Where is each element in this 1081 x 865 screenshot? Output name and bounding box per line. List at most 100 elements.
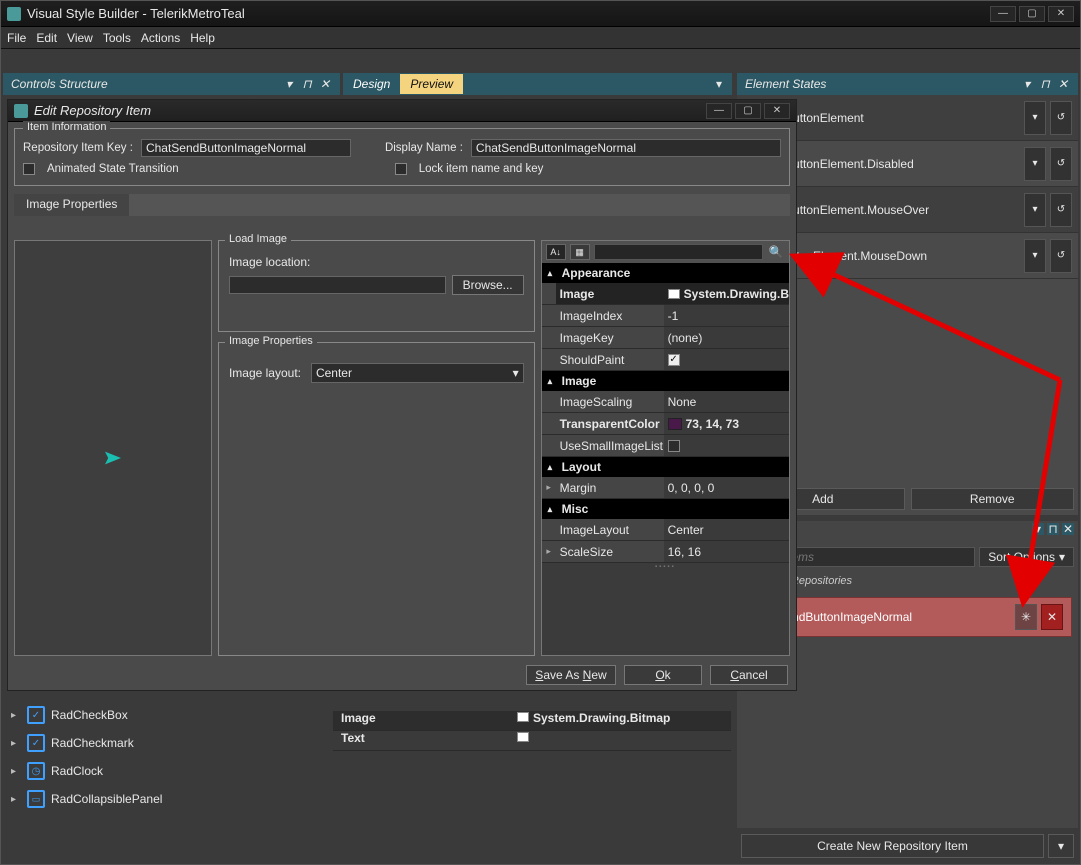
dialog-titlebar[interactable]: Edit Repository Item — ▢ ✕ — [8, 100, 796, 122]
bottom-property-grid[interactable]: ImageSystem.Drawing.Bitmap Text — [333, 711, 731, 751]
prop-shouldpaint[interactable]: ShouldPaint✓ — [542, 349, 789, 371]
expander-icon[interactable]: ▸ — [11, 766, 21, 777]
lock-checkbox[interactable] — [395, 163, 407, 175]
sort-options-button[interactable]: Sort Options▾ — [979, 547, 1074, 567]
prop-imagekey[interactable]: ImageKey(none) — [542, 327, 789, 349]
chevron-down-icon: ▾ — [513, 366, 519, 380]
prop-margin[interactable]: ▸Margin0, 0, 0, 0 — [542, 477, 789, 499]
close-icon[interactable]: ✕ — [318, 77, 332, 91]
design-preview-tabs[interactable]: Design Preview ▾ — [343, 73, 732, 95]
chevron-down-icon: ▾ — [1059, 550, 1065, 564]
chevron-down-icon[interactable]: ▾ — [1020, 77, 1034, 91]
prop-transparentcolor[interactable]: TransparentColor73, 14, 73 — [542, 413, 789, 435]
prop-imageindex[interactable]: ImageIndex-1 — [542, 305, 789, 327]
menu-edit[interactable]: Edit — [36, 31, 57, 45]
element-states-header[interactable]: Element States ▾⊓✕ — [737, 73, 1078, 95]
prop-scalesize[interactable]: ▸ScaleSize16, 16 — [542, 541, 789, 563]
dropdown-button[interactable]: ▾ — [1024, 101, 1046, 135]
minimize-button[interactable]: — — [990, 6, 1016, 22]
grip-icon[interactable]: ▪▪▪▪▪ — [542, 563, 789, 571]
remove-icon[interactable]: ✕ — [1041, 604, 1063, 630]
display-name-input[interactable] — [471, 139, 781, 157]
menu-view[interactable]: View — [67, 31, 93, 45]
prop-usesmallimagelist[interactable]: UseSmallImageList — [542, 435, 789, 457]
image-preview — [14, 240, 212, 656]
minimize-button[interactable]: — — [706, 103, 732, 119]
close-icon[interactable]: ✕ — [1062, 523, 1074, 535]
prop-image[interactable]: ImageSystem.Drawing.B — [542, 283, 789, 305]
create-repository-dropdown[interactable]: ▾ — [1048, 834, 1074, 858]
tree-item[interactable]: ▸✓RadCheckBox — [11, 701, 321, 729]
close-button[interactable]: ✕ — [764, 103, 790, 119]
animated-checkbox[interactable] — [23, 163, 35, 175]
save-as-new-button[interactable]: Save As New — [526, 665, 616, 685]
menu-tools[interactable]: Tools — [103, 31, 131, 45]
dialog-tabstrip[interactable]: Image Properties — [14, 194, 790, 216]
chevron-down-icon[interactable]: ▾ — [282, 77, 296, 91]
tab-design[interactable]: Design — [343, 74, 400, 94]
sort-category-button[interactable]: ▦ — [570, 244, 590, 260]
property-search-input[interactable] — [594, 244, 763, 260]
cancel-button[interactable]: Cancel — [710, 665, 788, 685]
browse-button[interactable]: Browse... — [452, 275, 524, 295]
controls-tree[interactable]: ▸✓RadCheckBox ▸✓RadCheckmark ▸RadClock ▸… — [11, 701, 321, 813]
dropdown-button[interactable]: ▾ — [1024, 239, 1046, 273]
tab-image-properties[interactable]: Image Properties — [14, 194, 129, 216]
checkbox-icon[interactable]: ✓ — [668, 354, 680, 366]
controls-structure-header[interactable]: Controls Structure ▾⊓✕ — [3, 73, 340, 95]
category-layout[interactable]: ▴Layout — [542, 457, 789, 477]
prop-imagelayout[interactable]: ImageLayoutCenter — [542, 519, 789, 541]
image-location-input[interactable] — [229, 276, 446, 294]
expander-icon[interactable]: ▸ — [11, 794, 21, 805]
pin-icon[interactable]: ⊓ — [1047, 523, 1059, 535]
sort-alpha-button[interactable]: A↓ — [546, 244, 566, 260]
expander-icon[interactable]: ▸ — [11, 738, 21, 749]
category-image[interactable]: ▴Image — [542, 371, 789, 391]
menu-file[interactable]: File — [7, 31, 26, 45]
tree-item[interactable]: ▸✓RadCheckmark — [11, 729, 321, 757]
prop-imagescaling[interactable]: ImageScalingNone — [542, 391, 789, 413]
image-icon — [517, 712, 529, 722]
app-icon — [7, 7, 21, 21]
dropdown-button[interactable]: ▾ — [1024, 147, 1046, 181]
repo-key-input[interactable] — [141, 139, 351, 157]
checkbox-icon[interactable] — [668, 440, 680, 452]
tree-item[interactable]: ▸RadCollapsiblePanel — [11, 785, 321, 813]
search-icon[interactable]: 🔍 — [767, 245, 785, 259]
tab-preview[interactable]: Preview — [400, 74, 463, 94]
image-icon — [668, 289, 680, 299]
reset-button[interactable]: ↺ — [1050, 193, 1072, 227]
chevron-down-icon[interactable]: ▾ — [1032, 523, 1044, 535]
reset-button[interactable]: ↺ — [1050, 147, 1072, 181]
load-image-group: Load Image — [225, 233, 291, 245]
maximize-button[interactable]: ▢ — [1019, 6, 1045, 22]
pin-icon[interactable]: ⊓ — [300, 77, 314, 91]
remove-state-button[interactable]: Remove — [911, 488, 1075, 510]
image-layout-label: Image layout: — [229, 366, 305, 380]
app-title: Visual Style Builder - TelerikMetroTeal — [27, 6, 990, 21]
close-icon[interactable]: ✕ — [1056, 77, 1070, 91]
repo-key-label: Repository Item Key : — [23, 142, 133, 154]
create-repository-button[interactable]: Create New Repository Item — [741, 834, 1044, 858]
maximize-button[interactable]: ▢ — [735, 103, 761, 119]
category-misc[interactable]: ▴Misc — [542, 499, 789, 519]
close-button[interactable]: ✕ — [1048, 6, 1074, 22]
dropdown-button[interactable]: ▾ — [1024, 193, 1046, 227]
property-grid[interactable]: A↓ ▦ 🔍 ▴Appearance ImageSystem.Drawing.B… — [541, 240, 790, 656]
menubar[interactable]: File Edit View Tools Actions Help — [1, 27, 1080, 49]
send-icon — [105, 451, 121, 465]
tree-item[interactable]: ▸RadClock — [11, 757, 321, 785]
text-icon — [517, 732, 529, 742]
ok-button[interactable]: Ok — [624, 665, 702, 685]
chevron-down-icon[interactable]: ▾ — [712, 77, 726, 91]
menu-actions[interactable]: Actions — [141, 31, 180, 45]
image-layout-select[interactable]: Center▾ — [311, 363, 524, 383]
edit-icon[interactable]: ✳ — [1015, 604, 1037, 630]
reset-button[interactable]: ↺ — [1050, 101, 1072, 135]
pin-icon[interactable]: ⊓ — [1038, 77, 1052, 91]
reset-button[interactable]: ↺ — [1050, 239, 1072, 273]
expander-icon[interactable]: ▸ — [11, 710, 21, 721]
menu-help[interactable]: Help — [190, 31, 215, 45]
main-titlebar[interactable]: Visual Style Builder - TelerikMetroTeal … — [1, 1, 1080, 27]
category-appearance[interactable]: ▴Appearance — [542, 263, 789, 283]
